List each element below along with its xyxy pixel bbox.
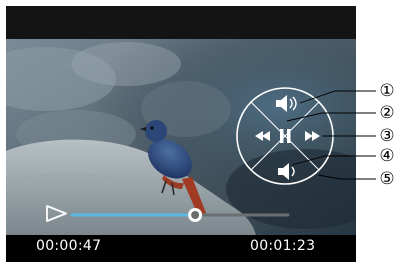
- callout-labels: ① ② ③ ④ ⑤: [379, 81, 394, 189]
- callout-1: ①: [379, 81, 394, 101]
- progress-handle[interactable]: [188, 208, 203, 222]
- video-player: 00:00:47 00:01:23: [6, 6, 356, 262]
- player-bottom-bar: 00:00:47 00:01:23: [6, 235, 356, 262]
- callout-3: ③: [379, 126, 394, 146]
- callout-2: ②: [379, 103, 394, 123]
- callout-4: ④: [379, 146, 394, 166]
- video-frame[interactable]: [6, 39, 356, 235]
- callout-5: ⑤: [379, 169, 394, 189]
- current-time: 00:00:47: [36, 238, 102, 254]
- total-duration: 00:01:23: [250, 238, 316, 254]
- player-top-bar: [6, 6, 356, 39]
